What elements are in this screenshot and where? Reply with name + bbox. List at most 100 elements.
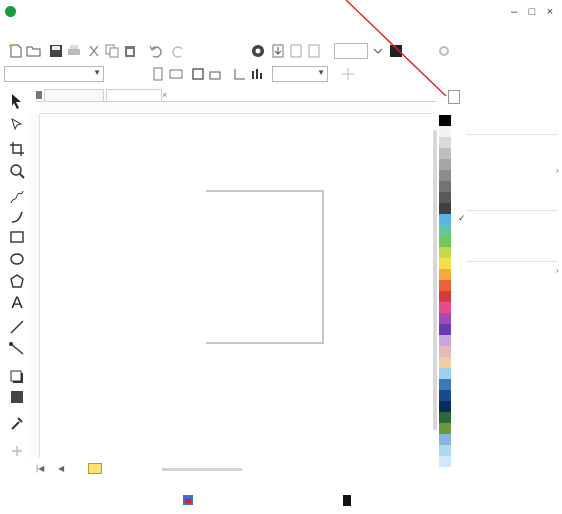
palette-swatch[interactable]: [439, 456, 451, 467]
tab-document-1[interactable]: [44, 89, 104, 101]
landscape-icon[interactable]: [168, 66, 184, 82]
artistic-media-icon[interactable]: [8, 208, 26, 226]
document-color-icon[interactable]: [182, 494, 194, 506]
options-icon[interactable]: [436, 43, 452, 59]
palette-swatch[interactable]: [439, 115, 451, 126]
zoom-level-field[interactable]: [334, 43, 368, 59]
publish-pdf-icon[interactable]: [306, 43, 322, 59]
vertical-ruler[interactable]: [28, 114, 40, 458]
palette-swatch[interactable]: [439, 170, 451, 181]
close-button[interactable]: ×: [542, 4, 558, 20]
zoom-dropdown-icon[interactable]: [370, 43, 386, 59]
palette-swatch[interactable]: [439, 368, 451, 379]
menu-item-1[interactable]: [6, 25, 26, 39]
palette-swatch[interactable]: [439, 291, 451, 302]
palette-swatch[interactable]: [439, 214, 451, 225]
palette-swatch[interactable]: [439, 236, 451, 247]
menu-item-3[interactable]: [50, 25, 76, 39]
new-document-icon[interactable]: [8, 43, 24, 59]
polygon-tool-icon[interactable]: [8, 272, 26, 290]
page-width-field[interactable]: [108, 66, 136, 74]
first-page-icon[interactable]: |◀: [36, 463, 56, 475]
palette-swatch[interactable]: [439, 181, 451, 192]
palette-swatch[interactable]: [439, 423, 451, 434]
palette-swatch[interactable]: [439, 258, 451, 269]
menu-option-10[interactable]: [468, 225, 554, 236]
vertical-scrollbar[interactable]: [432, 102, 438, 462]
drawing-canvas[interactable]: [40, 114, 432, 458]
text-tool-icon[interactable]: A: [8, 294, 26, 312]
menu-item-8[interactable]: [190, 25, 204, 39]
tab-document-2[interactable]: [106, 89, 162, 101]
nudge-distance-icon[interactable]: [340, 66, 356, 82]
menu-option-2[interactable]: [468, 108, 554, 119]
menu-option-4[interactable]: [468, 139, 554, 150]
horizontal-scrollbar[interactable]: [162, 468, 242, 471]
transparency-tool-icon[interactable]: [8, 388, 26, 406]
drop-shadow-icon[interactable]: [8, 368, 26, 386]
scrollbar-thumb[interactable]: [433, 130, 437, 430]
menu-option-6[interactable]: [468, 166, 554, 177]
palette-swatch[interactable]: [439, 225, 451, 236]
menu-option-11[interactable]: [468, 236, 554, 247]
units-icon[interactable]: [232, 66, 248, 82]
shape-tool-icon[interactable]: [8, 116, 26, 134]
freehand-tool-icon[interactable]: [8, 188, 26, 206]
nudge-icon[interactable]: [250, 66, 266, 82]
palette-swatch[interactable]: [439, 192, 451, 203]
palette-swatch[interactable]: [439, 269, 451, 280]
palette-swatch[interactable]: [439, 335, 451, 346]
maximize-button[interactable]: □: [524, 4, 540, 20]
app-launcher-icon[interactable]: [388, 43, 404, 59]
minimize-button[interactable]: –: [506, 4, 522, 20]
palette-swatch[interactable]: [439, 159, 451, 170]
palette-swatch[interactable]: [439, 324, 451, 335]
palette-swatch[interactable]: [439, 445, 451, 456]
page-height-field[interactable]: [108, 75, 136, 83]
copy-icon[interactable]: [104, 43, 120, 59]
eyedropper-icon[interactable]: [8, 414, 26, 432]
menu-option-12[interactable]: [468, 247, 554, 258]
menu-item-10[interactable]: [236, 25, 260, 39]
menu-item-6[interactable]: [132, 25, 156, 39]
portrait-icon[interactable]: [150, 66, 166, 82]
save-icon[interactable]: [48, 43, 64, 59]
parallel-dimension-icon[interactable]: [8, 318, 26, 336]
undo-icon[interactable]: [148, 43, 164, 59]
add-tool-icon[interactable]: [8, 442, 26, 460]
menu-item-7[interactable]: [158, 25, 182, 39]
home-icon[interactable]: [36, 89, 42, 101]
menu-option-5[interactable]: [468, 151, 554, 162]
search-content-icon[interactable]: [250, 43, 266, 59]
paste-icon[interactable]: [122, 43, 138, 59]
current-page-icon[interactable]: [208, 66, 224, 82]
palette-swatch[interactable]: [439, 302, 451, 313]
menu-item-5[interactable]: [104, 25, 130, 39]
palette-swatch[interactable]: [439, 379, 451, 390]
palette-swatch[interactable]: [439, 401, 451, 412]
palette-swatch[interactable]: [439, 280, 451, 291]
palette-swatch[interactable]: [439, 313, 451, 324]
menu-item-12[interactable]: [292, 25, 310, 39]
menu-item-4[interactable]: [78, 25, 102, 39]
horizontal-ruler[interactable]: [40, 102, 432, 114]
page-tab[interactable]: [88, 463, 102, 474]
previous-page-icon[interactable]: ◀: [58, 463, 70, 475]
import-icon[interactable]: [270, 43, 286, 59]
palette-swatch[interactable]: [439, 137, 451, 148]
cut-icon[interactable]: [86, 43, 102, 59]
palette-swatch[interactable]: [439, 357, 451, 368]
all-pages-icon[interactable]: [190, 66, 206, 82]
page-label[interactable]: [132, 463, 160, 475]
outline-color-swatch[interactable]: [343, 495, 351, 506]
menu-option-14[interactable]: [468, 280, 554, 291]
menu-item-11[interactable]: [262, 25, 288, 39]
menu-option-8[interactable]: [468, 196, 554, 207]
crop-tool-icon[interactable]: [8, 140, 26, 158]
units-dropdown[interactable]: ▼: [272, 66, 328, 82]
print-icon[interactable]: [66, 43, 82, 59]
menu-option-1[interactable]: [468, 94, 554, 105]
menu-option-15[interactable]: [468, 291, 554, 302]
rectangle-tool-icon[interactable]: [8, 228, 26, 246]
palette-swatch[interactable]: [439, 412, 451, 423]
